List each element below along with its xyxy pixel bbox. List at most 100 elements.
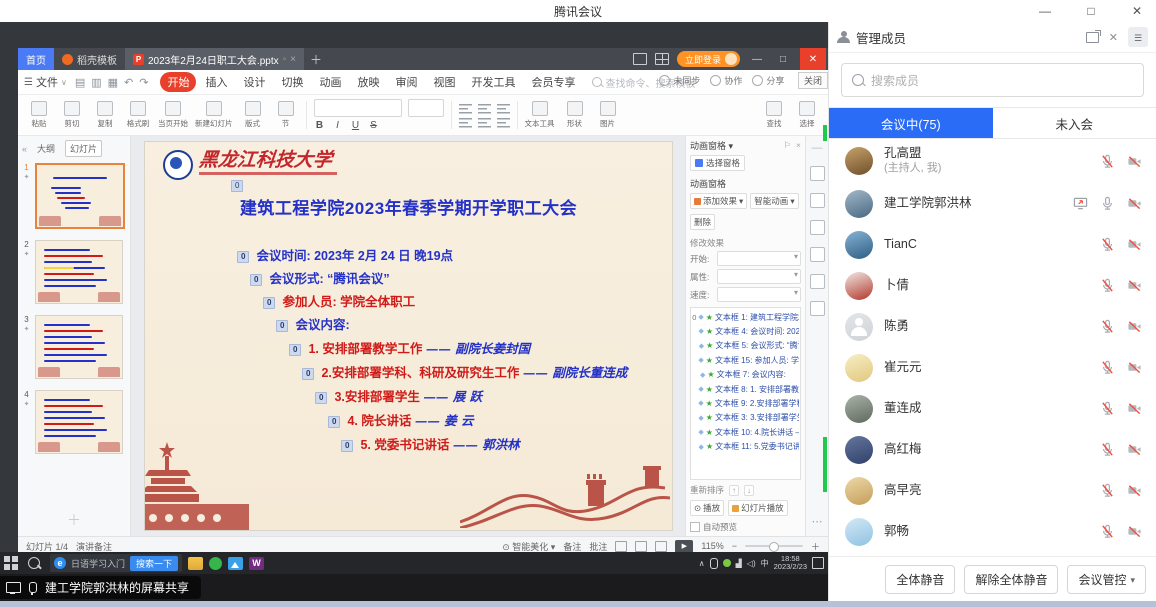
camera-status-icon[interactable] bbox=[1127, 237, 1142, 252]
play-button[interactable]: ⊙ 播放 bbox=[690, 500, 724, 516]
speed-select[interactable] bbox=[717, 287, 801, 302]
animation-item[interactable]: 0文本框 1: 建筑工程学院2023年... bbox=[692, 310, 799, 324]
more-options-icon[interactable] bbox=[812, 515, 823, 528]
toolbar-group[interactable]: 查找 bbox=[761, 101, 787, 129]
clock[interactable]: 18:58 2023/2/23 bbox=[774, 555, 807, 571]
ribbon-tab-0[interactable]: 开始 bbox=[160, 72, 196, 92]
animation-item[interactable]: 文本框 10: 4.院长讲话 —— 姜 云 bbox=[692, 425, 799, 439]
close-icon[interactable] bbox=[1126, 4, 1148, 18]
slide-thumbnail-4[interactable]: 4 bbox=[20, 390, 128, 454]
mic-status-icon[interactable] bbox=[1100, 237, 1115, 252]
toolbar-group[interactable]: 格式刷 bbox=[125, 101, 151, 129]
ribbon-tab-1[interactable]: 插入 bbox=[198, 72, 234, 92]
wps-close-icon[interactable] bbox=[800, 48, 826, 70]
camera-status-icon[interactable] bbox=[1127, 483, 1142, 498]
mic-status-icon[interactable] bbox=[1100, 196, 1115, 211]
align-left-icon[interactable] bbox=[459, 103, 472, 114]
layout-single-icon[interactable] bbox=[633, 53, 647, 65]
wps-minimize-icon[interactable] bbox=[748, 54, 766, 65]
search-go-button[interactable]: 搜索一下 bbox=[130, 556, 178, 571]
new-tab-icon[interactable] bbox=[310, 51, 322, 68]
start-select[interactable] bbox=[717, 251, 801, 266]
animation-item[interactable]: 文本框 11: 5.党委书记讲话 —... bbox=[692, 440, 799, 454]
zoom-in-button[interactable]: ＋ bbox=[811, 540, 820, 553]
member-row[interactable]: 高红梅 bbox=[829, 429, 1156, 470]
toolbar-group[interactable]: 新建幻灯片 bbox=[195, 101, 233, 129]
ribbon-tab-8[interactable]: 开发工具 bbox=[464, 72, 522, 92]
mic-status-icon[interactable] bbox=[1100, 524, 1115, 539]
member-list[interactable]: 孔高盟 (主持人, 我) bbox=[829, 139, 1156, 556]
mic-status-icon[interactable] bbox=[1100, 360, 1115, 375]
ribbon-tab-2[interactable]: 设计 bbox=[236, 72, 272, 92]
tab-in-meeting[interactable]: 会议中(75) bbox=[829, 108, 993, 138]
layers-icon[interactable] bbox=[810, 220, 825, 235]
add-slide-button[interactable] bbox=[18, 504, 130, 536]
quick-access-toolbar[interactable]: ▤▥▦↶↷ bbox=[75, 76, 149, 89]
camera-status-icon[interactable] bbox=[1127, 319, 1142, 334]
camera-status-icon[interactable] bbox=[1127, 278, 1142, 293]
properties-icon[interactable] bbox=[810, 166, 825, 181]
network-icon[interactable]: ▟ bbox=[736, 559, 742, 568]
volume-icon[interactable]: ◁) bbox=[747, 559, 756, 568]
slide-thumbnail-1[interactable]: 1 bbox=[20, 163, 128, 229]
speaker-notes-button[interactable]: 演讲备注 bbox=[76, 540, 112, 553]
member-row[interactable]: 崔元元 bbox=[829, 347, 1156, 388]
mic-status-icon[interactable] bbox=[1100, 319, 1115, 334]
underline-button[interactable]: U bbox=[350, 120, 362, 131]
line-spacing-icon[interactable] bbox=[497, 117, 510, 128]
bold-button[interactable]: B bbox=[314, 120, 326, 131]
add-effect-button[interactable]: 添加效果 ▾ bbox=[690, 193, 747, 209]
toolbar-group[interactable]: 当页开始 bbox=[158, 101, 188, 129]
meeting-control-button[interactable]: 会议管控 bbox=[1067, 565, 1146, 594]
notes-button[interactable]: 备注 bbox=[563, 540, 581, 553]
zoom-knob[interactable] bbox=[769, 542, 779, 552]
animation-item[interactable]: 文本框 4: 会议时间: 2023年 2... bbox=[692, 324, 799, 338]
share-doc-button[interactable]: 分享 bbox=[752, 74, 784, 87]
wps-document-tab[interactable]: P 2023年2月24日职工大会.pptx bbox=[125, 48, 304, 70]
effects-icon[interactable] bbox=[810, 193, 825, 208]
slide-thumbnail-2[interactable]: 2 bbox=[20, 240, 128, 304]
help-icon[interactable] bbox=[810, 301, 825, 316]
wps-maximize-icon[interactable] bbox=[774, 54, 792, 65]
screen-share-pill[interactable]: 建工学院郭洪林的屏幕共享 bbox=[0, 576, 201, 599]
align-right-icon[interactable] bbox=[497, 103, 510, 114]
unmute-all-button[interactable]: 解除全体静音 bbox=[964, 565, 1058, 594]
browser-search-box[interactable]: e 日语学习入门 搜索一下 bbox=[50, 554, 182, 572]
font-size-box[interactable] bbox=[408, 99, 444, 117]
smart-animation-button[interactable]: 智能动画 ▾ bbox=[750, 193, 798, 209]
wps-home-tab[interactable]: 首页 bbox=[18, 48, 54, 70]
animation-item[interactable]: 文本框 9: 2.安排部署学科、科研... bbox=[692, 396, 799, 410]
member-search-input[interactable]: 搜索成员 bbox=[841, 63, 1144, 97]
member-row[interactable]: TianC bbox=[829, 224, 1156, 265]
camera-status-icon[interactable] bbox=[1127, 154, 1142, 169]
tab-not-joined[interactable]: 未入会 bbox=[993, 108, 1156, 138]
slideshow-play-button[interactable]: 幻灯片播放 bbox=[728, 500, 788, 516]
camera-status-icon[interactable] bbox=[1127, 442, 1142, 457]
start-button-icon[interactable] bbox=[4, 556, 18, 570]
toolbar-group[interactable]: 选择 bbox=[794, 101, 820, 129]
italic-button[interactable]: I bbox=[332, 120, 344, 131]
animation-item[interactable]: 文本框 7: 会议内容: bbox=[692, 368, 799, 382]
photos-app-icon[interactable] bbox=[228, 557, 243, 570]
camera-status-icon[interactable] bbox=[1127, 360, 1142, 375]
tray-app-icon[interactable] bbox=[723, 559, 731, 567]
toolbar-group[interactable]: 节 bbox=[273, 101, 299, 129]
comments-button[interactable]: 批注 bbox=[589, 540, 607, 553]
mic-status-icon[interactable] bbox=[1100, 154, 1115, 169]
bullet-list-icon[interactable] bbox=[459, 117, 472, 128]
animation-item[interactable]: 文本框 8: 1. 安排部署教学工作... bbox=[692, 382, 799, 396]
ribbon-tab-7[interactable]: 视图 bbox=[426, 72, 462, 92]
toolbar-group[interactable]: 文本工具 bbox=[525, 101, 555, 129]
camera-status-icon[interactable] bbox=[1127, 524, 1142, 539]
toolbar-group[interactable]: 版式 bbox=[240, 101, 266, 129]
tray-expand-icon[interactable]: ∧ bbox=[699, 559, 705, 568]
member-row[interactable]: 建工学院郭洪林 bbox=[829, 183, 1156, 224]
pin-pane-icon[interactable]: ⚐ bbox=[783, 140, 791, 151]
close-panel-icon[interactable] bbox=[1109, 30, 1118, 44]
align-center-icon[interactable] bbox=[478, 103, 491, 114]
zoom-out-button[interactable]: − bbox=[732, 541, 737, 551]
animation-item[interactable]: 文本框 15: 参加人员: 学院全体... bbox=[692, 353, 799, 367]
panel-menu-box[interactable] bbox=[1128, 27, 1148, 47]
toolbar-group[interactable]: 复制 bbox=[92, 101, 118, 129]
move-up-button[interactable]: ↑ bbox=[729, 485, 739, 496]
